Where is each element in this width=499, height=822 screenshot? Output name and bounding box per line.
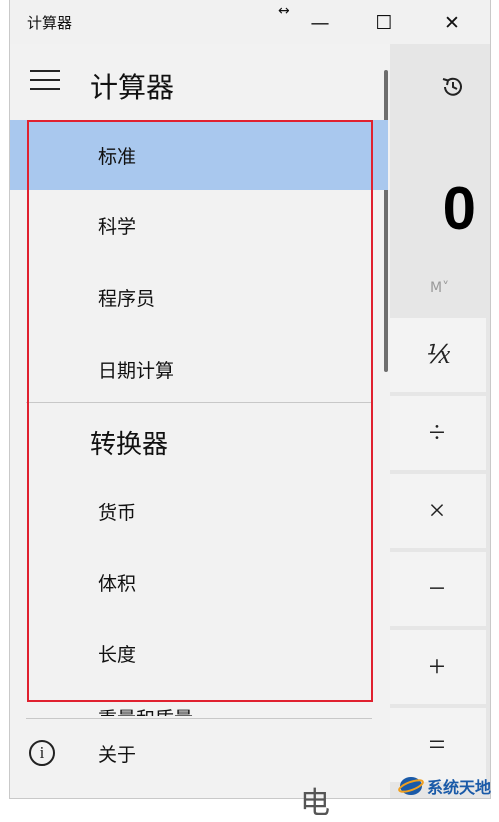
history-icon[interactable]	[440, 74, 466, 100]
nav-item-length[interactable]: 长度	[10, 618, 388, 688]
calculator-body: 0 M˅ ⅟x ÷ × − + =	[388, 44, 490, 798]
add-key[interactable]: +	[388, 630, 486, 704]
window-title: 计算器	[27, 14, 73, 32]
close-button[interactable]: ✕	[430, 6, 474, 40]
multiply-key[interactable]: ×	[388, 474, 486, 548]
navigation-pane: 计算器 标准 科学 程序员 日期计算 转换器 货币 体积 长度 重量和质量 i …	[10, 44, 390, 798]
nav-item-label: 程序员	[98, 287, 156, 310]
result-display: 0	[442, 175, 476, 242]
converter-section-header: 转换器	[90, 430, 169, 460]
divide-key[interactable]: ÷	[388, 396, 486, 470]
nav-item-label: 体积	[98, 572, 137, 595]
nav-item-volume[interactable]: 体积	[10, 547, 388, 617]
equals-key[interactable]: =	[388, 708, 486, 782]
subtract-key[interactable]: −	[388, 552, 486, 626]
about-button[interactable]: i 关于	[10, 720, 388, 786]
bottom-partial-glyph: 电	[300, 786, 330, 821]
nav-item-date-calculation[interactable]: 日期计算	[10, 334, 388, 404]
close-icon: ✕	[444, 12, 460, 34]
nav-item-scientific[interactable]: 科学	[10, 190, 388, 260]
nav-item-currency[interactable]: 货币	[10, 476, 388, 546]
nav-item-standard[interactable]: 标准	[10, 120, 388, 190]
info-icon: i	[29, 740, 55, 766]
nav-item-label: 标准	[98, 145, 137, 168]
nav-item-label: 长度	[98, 643, 137, 666]
maximize-icon: ☐	[375, 12, 393, 34]
nav-item-label: 日期计算	[98, 359, 175, 382]
reciprocal-key[interactable]: ⅟x	[388, 318, 486, 392]
resize-cursor-icon: ↔	[278, 3, 290, 19]
watermark-text: 系统天地	[426, 778, 491, 797]
nav-item-label: 科学	[98, 215, 137, 238]
maximize-button[interactable]: ☐	[362, 6, 406, 40]
about-label: 关于	[98, 743, 137, 766]
minimize-icon: —	[310, 12, 330, 34]
nav-title: 计算器	[90, 71, 175, 104]
minimize-button[interactable]: —	[298, 6, 342, 40]
nav-item-label: 货币	[98, 501, 137, 524]
title-bar: 计算器 ↔ — ☐ ✕	[10, 0, 490, 44]
memory-button[interactable]: M˅	[430, 280, 449, 296]
calculator-window: 计算器 ↔ — ☐ ✕ 0 M˅ ⅟x ÷ × − + = 计算器 标准 科学 …	[10, 0, 490, 798]
watermark-logo-icon	[398, 777, 424, 795]
nav-item-programmer[interactable]: 程序员	[10, 262, 388, 332]
watermark: 系统天地	[398, 774, 491, 798]
about-divider	[26, 718, 372, 719]
nav-item-weight-and-mass[interactable]: 重量和质量	[98, 704, 193, 716]
hamburger-menu-icon[interactable]	[30, 70, 60, 92]
nav-divider	[26, 402, 372, 403]
